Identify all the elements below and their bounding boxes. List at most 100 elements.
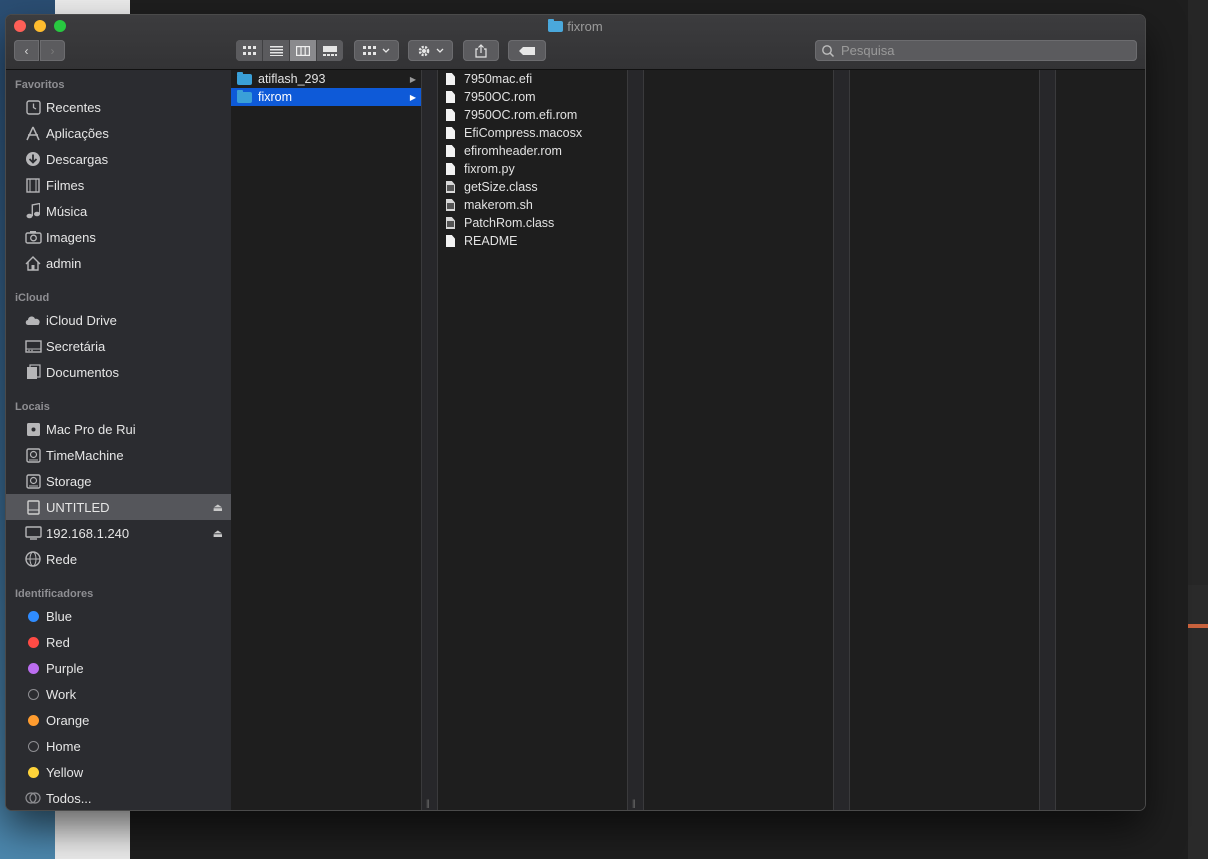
search-input[interactable] [839, 42, 1133, 59]
tag-item-all[interactable]: Todos... [6, 785, 231, 810]
columns-icon [296, 45, 310, 56]
column-resize-handle[interactable]: || [422, 70, 438, 810]
list-view-button[interactable] [263, 40, 290, 61]
share-button[interactable] [463, 40, 499, 61]
file-item[interactable]: makerom.sh [437, 196, 627, 214]
sidebar-item-mac-pro[interactable]: Mac Pro de Rui [6, 416, 231, 442]
gear-icon [418, 45, 430, 56]
view-mode-control [236, 40, 343, 61]
sidebar-item-icloud-drive[interactable]: iCloud Drive [6, 307, 231, 333]
hollow-tag-icon [24, 737, 42, 755]
tag-item-yellow[interactable]: Yellow [6, 759, 231, 785]
sidebar-item-filmes[interactable]: Filmes [6, 172, 231, 198]
sidebar-item-recentes[interactable]: Recentes [6, 94, 231, 120]
file-item[interactable]: README [437, 232, 627, 250]
file-item[interactable]: fixrom.py [437, 160, 627, 178]
column-4 [849, 70, 1040, 810]
sidebar-item-storage[interactable]: Storage [6, 468, 231, 494]
download-icon [24, 150, 42, 168]
red-tag-icon [24, 633, 42, 651]
sidebar-label: Música [46, 203, 88, 219]
disclosure-arrow-icon: ▶ [409, 74, 416, 84]
tag-item-home[interactable]: Home [6, 733, 231, 759]
list-item-fixrom[interactable]: fixrom ▶ [231, 88, 421, 106]
sidebar-label: Imagens [46, 229, 96, 245]
folder-icon [237, 89, 252, 103]
file-item[interactable]: 7950OC.rom [437, 88, 627, 106]
sidebar-label: Secretária [46, 338, 106, 354]
disclosure-arrow-icon: ▶ [409, 92, 416, 102]
file-item[interactable]: getSize.class [437, 178, 627, 196]
sidebar-item-timemachine[interactable]: TimeMachine [6, 442, 231, 468]
titlebar: fixrom ‹ › [6, 15, 1145, 70]
file-item[interactable]: efiromheader.rom [437, 142, 627, 160]
column-resize-handle[interactable] [1040, 70, 1056, 810]
icon-view-button[interactable] [236, 40, 263, 61]
window-title: fixrom [6, 19, 1145, 34]
sidebar-label: Rede [46, 551, 78, 567]
group-button[interactable] [354, 40, 399, 61]
section-header-identificadores: Identificadores [15, 588, 94, 600]
item-name: EfiCompress.macosx [464, 126, 583, 140]
file-icon [446, 145, 455, 157]
file-icon [446, 91, 455, 103]
executable-file-icon [446, 181, 455, 193]
tag-item-orange[interactable]: Orange [6, 707, 231, 733]
tag-label: Orange [46, 712, 90, 728]
background-panel [1188, 0, 1208, 859]
sidebar-item-rede[interactable]: Rede [6, 546, 231, 572]
file-item[interactable]: 7950mac.efi [437, 70, 627, 88]
sidebar-item-descargas[interactable]: Descargas [6, 146, 231, 172]
sidebar-item-musica[interactable]: Música [6, 198, 231, 224]
column-resize-handle[interactable] [834, 70, 850, 810]
sidebar-item-secretaria[interactable]: Secretária [6, 333, 231, 359]
column-view-button[interactable] [290, 40, 317, 61]
tag-label: Work [46, 686, 77, 702]
tag-label: Purple [46, 660, 84, 676]
drive-icon [24, 498, 42, 516]
sidebar-label: Mac Pro de Rui [46, 421, 136, 437]
tag-item-red[interactable]: Red [6, 629, 231, 655]
file-icon [446, 163, 455, 175]
sidebar-item-admin[interactable]: admin [6, 250, 231, 276]
sidebar-item-documentos[interactable]: Documentos [6, 359, 231, 385]
search-field[interactable] [815, 40, 1137, 61]
file-icon [446, 73, 455, 85]
column-2: 7950mac.efi 7950OC.rom 7950OC.rom.efi.ro… [437, 70, 628, 810]
forward-button[interactable]: › [40, 40, 65, 61]
orange-tag-icon [24, 711, 42, 729]
folder-icon [237, 71, 252, 85]
sidebar-label: Recentes [46, 99, 101, 115]
file-item[interactable]: 7950OC.rom.efi.rom [437, 106, 627, 124]
gallery-view-button[interactable] [317, 40, 343, 61]
sidebar-item-untitled[interactable]: UNTITLED ⏏ [6, 494, 231, 520]
tag-label: Yellow [46, 764, 84, 780]
file-item[interactable]: PatchRom.class [437, 214, 627, 232]
tag-item-blue[interactable]: Blue [6, 603, 231, 629]
sidebar-label: TimeMachine [46, 447, 124, 463]
item-name: README [464, 234, 518, 248]
sidebar-item-aplicacoes[interactable]: Aplicações [6, 120, 231, 146]
column-resize-handle[interactable]: || [628, 70, 644, 810]
file-icon [446, 127, 455, 139]
column-browser: atiflash_293 ▶ fixrom ▶ || 7950mac.efi 7… [231, 70, 1145, 810]
file-item[interactable]: EfiCompress.macosx [437, 124, 627, 142]
action-button[interactable] [408, 40, 453, 61]
eject-icon[interactable]: ⏏ [213, 501, 223, 514]
list-icon [269, 45, 283, 56]
eject-icon[interactable]: ⏏ [213, 527, 223, 540]
item-name: 7950OC.rom [464, 90, 536, 104]
item-name: getSize.class [464, 180, 538, 194]
item-name: efiromheader.rom [464, 144, 562, 158]
tag-button[interactable] [508, 40, 546, 61]
globe-icon [24, 550, 42, 568]
section-header-icloud: iCloud [15, 292, 50, 304]
sidebar-item-imagens[interactable]: Imagens [6, 224, 231, 250]
back-button[interactable]: ‹ [14, 40, 39, 61]
purple-tag-icon [24, 659, 42, 677]
list-item-atiflash[interactable]: atiflash_293 ▶ [231, 70, 421, 88]
tag-item-work[interactable]: Work [6, 681, 231, 707]
search-icon [822, 44, 835, 57]
tag-item-purple[interactable]: Purple [6, 655, 231, 681]
sidebar-item-network-share[interactable]: 192.168.1.240 ⏏ [6, 520, 231, 546]
